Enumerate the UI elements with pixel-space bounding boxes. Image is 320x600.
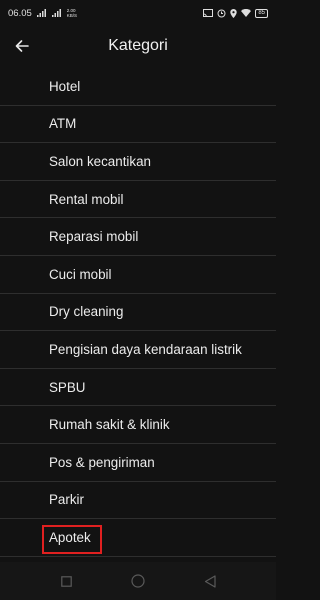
back-nav-button[interactable] xyxy=(202,573,218,589)
category-item-apotek[interactable]: Apotek xyxy=(0,519,276,557)
category-item-rumah-sakit[interactable]: Rumah sakit & klinik xyxy=(0,406,276,444)
home-button[interactable] xyxy=(130,573,146,589)
category-list: Hotel ATM Salon kecantikan Rental mobil … xyxy=(0,68,276,557)
alarm-icon xyxy=(217,9,226,17)
status-bar: 06.05 2.00 KB/S 85 xyxy=(0,0,276,26)
category-item-parkir[interactable]: Parkir xyxy=(0,482,276,520)
category-item-reparasi-mobil[interactable]: Reparasi mobil xyxy=(0,218,276,256)
net-speed: 2.00 KB/S xyxy=(66,8,78,18)
category-item-cuci-mobil[interactable]: Cuci mobil xyxy=(0,256,276,294)
cast-icon xyxy=(203,8,214,17)
circle-icon xyxy=(131,574,145,588)
wifi-icon xyxy=(241,9,252,17)
category-item-rental-mobil[interactable]: Rental mobil xyxy=(0,181,276,219)
category-label: SPBU xyxy=(49,379,86,395)
location-icon xyxy=(230,8,238,18)
highlight-box xyxy=(42,525,102,555)
category-item-salon[interactable]: Salon kecantikan xyxy=(0,143,276,181)
status-time: 06.05 xyxy=(8,7,32,19)
category-label: Rental mobil xyxy=(49,191,124,207)
category-label: Salon kecantikan xyxy=(49,153,151,169)
category-label: Pengisian daya kendaraan listrik xyxy=(49,341,242,357)
page-title: Kategori xyxy=(108,37,168,54)
category-item-pengisian-daya[interactable]: Pengisian daya kendaraan listrik xyxy=(0,331,276,369)
signal-icon xyxy=(36,9,46,17)
category-label: Cuci mobil xyxy=(49,266,112,282)
category-label: Reparasi mobil xyxy=(49,229,139,245)
app-bar: Kategori xyxy=(0,26,276,66)
category-label: ATM xyxy=(49,116,77,132)
system-nav-bar xyxy=(0,562,276,600)
square-icon xyxy=(60,575,72,587)
category-item-atm[interactable]: ATM xyxy=(0,106,276,144)
category-item-hotel[interactable]: Hotel xyxy=(0,68,276,106)
category-label: Pos & pengiriman xyxy=(49,454,155,470)
recents-button[interactable] xyxy=(58,573,74,589)
battery-indicator: 85 xyxy=(255,8,268,18)
category-label: Hotel xyxy=(49,78,81,94)
signal-icon-2 xyxy=(51,9,61,17)
category-item-pos[interactable]: Pos & pengiriman xyxy=(0,444,276,482)
category-label: Dry cleaning xyxy=(49,304,124,320)
triangle-back-icon xyxy=(204,574,216,588)
category-item-spbu[interactable]: SPBU xyxy=(0,369,276,407)
category-label: Parkir xyxy=(49,492,84,508)
category-label: Rumah sakit & klinik xyxy=(49,417,170,433)
category-item-dry-cleaning[interactable]: Dry cleaning xyxy=(0,294,276,332)
